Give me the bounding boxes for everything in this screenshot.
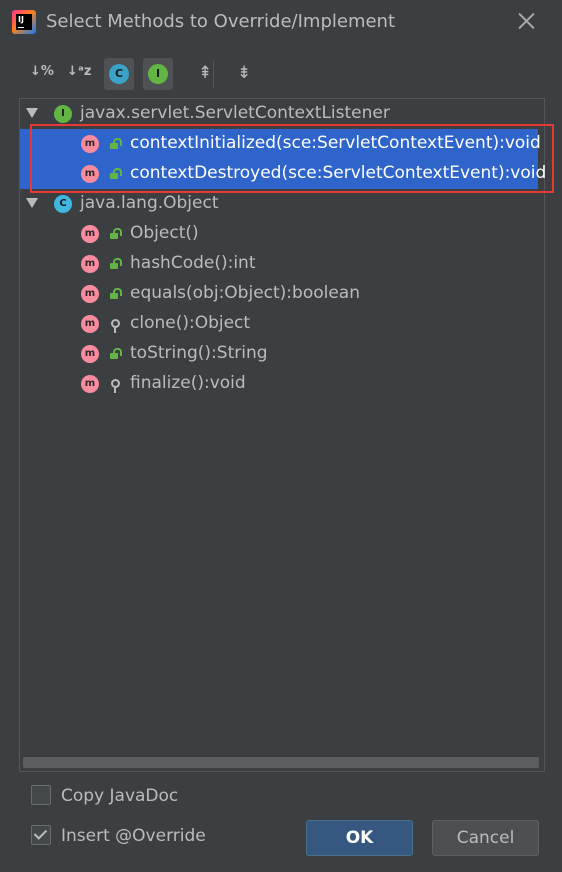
- method-signature: equals(obj:Object):boolean: [130, 283, 360, 303]
- method-row[interactable]: m Object(): [20, 219, 538, 249]
- method-icon: m: [81, 285, 99, 303]
- group-name: javax.servlet.ServletContextListener: [80, 103, 390, 123]
- insert-override-checkbox[interactable]: [31, 825, 51, 845]
- ok-button[interactable]: OK: [306, 820, 413, 856]
- interface-icon: I: [148, 64, 168, 84]
- intellij-app-icon: IJ: [12, 10, 36, 34]
- public-access-icon: [110, 228, 122, 239]
- method-row[interactable]: m equals(obj:Object):boolean: [20, 279, 538, 309]
- expand-arrow-icon[interactable]: [26, 108, 38, 118]
- copy-javadoc-checkbox[interactable]: [31, 785, 51, 805]
- method-signature: clone():Object: [130, 313, 251, 333]
- annotation-highlight-box: [30, 124, 554, 193]
- method-row[interactable]: m hashCode():int: [20, 249, 538, 279]
- method-signature: toString():String: [130, 343, 268, 363]
- public-access-icon: [110, 258, 122, 269]
- public-access-icon: [110, 348, 122, 359]
- method-signature: Object(): [130, 223, 199, 243]
- class-icon: C: [109, 64, 129, 84]
- class-icon: C: [54, 195, 72, 213]
- sort-by-visibility-button[interactable]: ↓%: [28, 58, 58, 90]
- method-icon: m: [81, 255, 99, 273]
- close-icon[interactable]: [514, 8, 540, 34]
- protected-access-icon: [111, 319, 120, 333]
- collapse-all-button[interactable]: ⇟: [231, 58, 261, 90]
- group-name: java.lang.Object: [80, 193, 219, 213]
- insert-override-label[interactable]: Insert @Override: [61, 826, 206, 846]
- expand-all-button[interactable]: ⇞: [192, 58, 222, 90]
- copy-javadoc-label[interactable]: Copy JavaDoc: [61, 786, 178, 806]
- method-icon: m: [81, 315, 99, 333]
- method-signature: finalize():void: [130, 373, 246, 393]
- methods-tree[interactable]: I javax.servlet.ServletContextListener m…: [19, 98, 546, 772]
- public-access-icon: [110, 288, 122, 299]
- sort-by-visibility-icon: ↓%: [30, 64, 54, 79]
- expand-all-icon: ⇞: [198, 63, 213, 83]
- cancel-button[interactable]: Cancel: [432, 820, 539, 856]
- method-row[interactable]: m toString():String: [20, 339, 538, 369]
- sort-alphabetically-button[interactable]: ↓ᵃz: [65, 58, 95, 90]
- interface-icon: I: [54, 105, 72, 123]
- sort-alphabetically-icon: ↓ᵃz: [67, 64, 92, 79]
- method-signature: hashCode():int: [130, 253, 256, 273]
- show-classes-toggle[interactable]: C: [104, 58, 134, 90]
- method-icon: m: [81, 225, 99, 243]
- protected-access-icon: [111, 379, 120, 393]
- expand-arrow-icon[interactable]: [26, 198, 38, 208]
- dialog-title: Select Methods to Override/Implement: [46, 11, 396, 32]
- method-icon: m: [81, 375, 99, 393]
- collapse-all-icon: ⇟: [237, 63, 252, 83]
- method-row[interactable]: m clone():Object: [20, 309, 538, 339]
- show-interfaces-toggle[interactable]: I: [143, 58, 173, 90]
- tree-group-row[interactable]: C java.lang.Object: [20, 189, 538, 219]
- horizontal-scrollbar[interactable]: [23, 757, 539, 768]
- title-bar: IJ Select Methods to Override/Implement: [0, 0, 562, 44]
- method-row[interactable]: m finalize():void: [20, 369, 538, 399]
- method-icon: m: [81, 345, 99, 363]
